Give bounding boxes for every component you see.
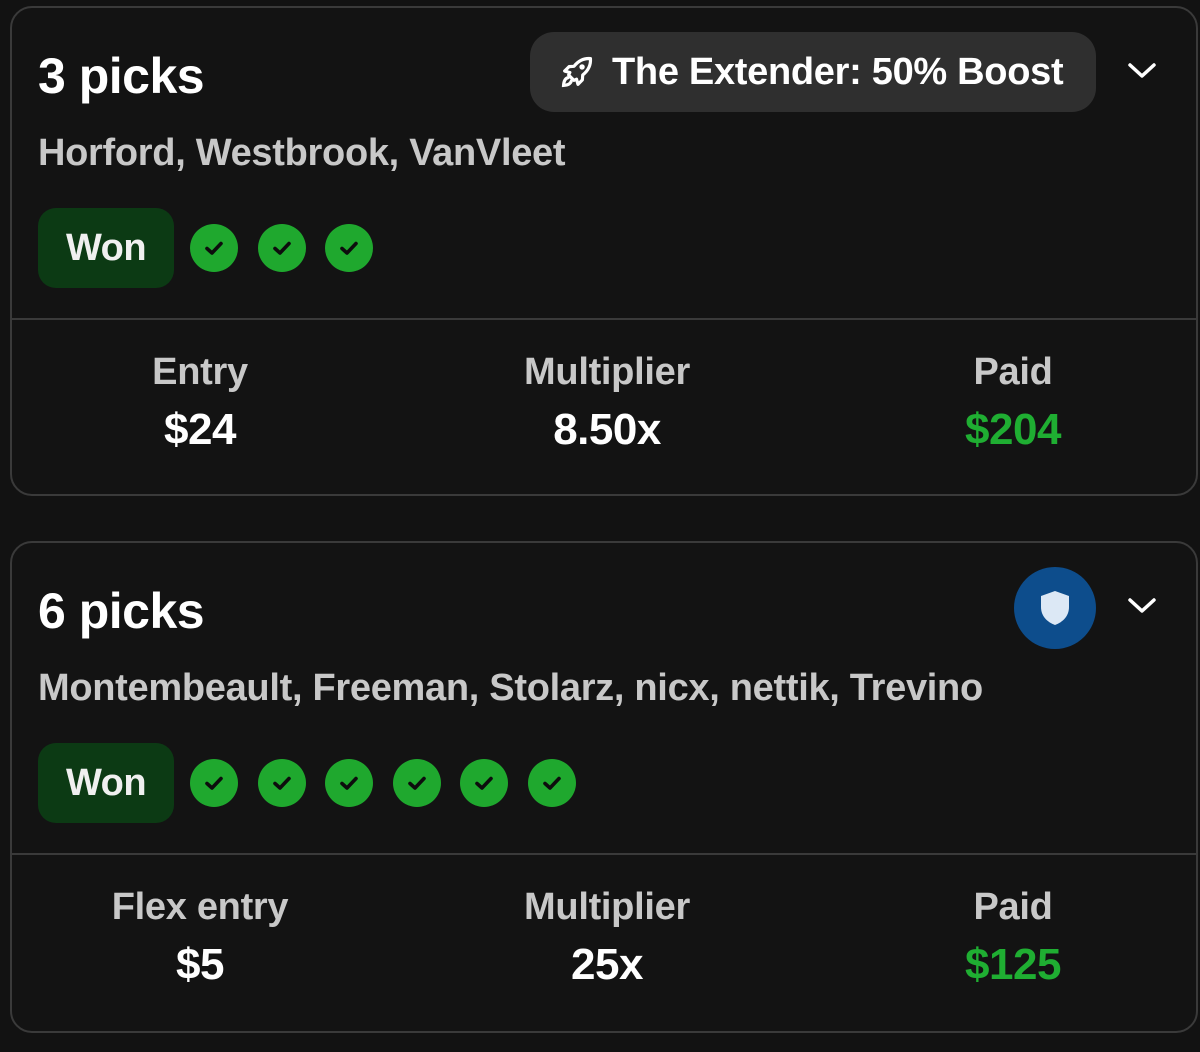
chevron-down-icon[interactable] — [1122, 50, 1162, 90]
stats-row: Entry $24 Multiplier 8.50x Paid $204 — [12, 348, 1196, 478]
card-title: 6 picks — [38, 583, 205, 639]
stat-paid: Paid $125 — [833, 883, 1193, 993]
check-icon — [257, 224, 306, 272]
check-icon — [257, 759, 306, 807]
stat-value: $5 — [176, 940, 224, 989]
stat-value: $204 — [965, 405, 1061, 454]
status-row: Won — [38, 208, 393, 288]
rocket-icon — [561, 56, 593, 88]
stat-multiplier: Multiplier 25x — [427, 883, 787, 993]
check-icon — [325, 759, 373, 807]
stat-value: 8.50x — [553, 405, 661, 454]
stat-entry: Entry $24 — [20, 348, 380, 458]
status-badge: Won — [38, 208, 174, 288]
entry-card[interactable]: 6 picks Montembeault, Freeman, Stolarz, … — [10, 541, 1198, 1033]
stat-label: Multiplier — [524, 886, 690, 928]
check-icon — [190, 759, 238, 807]
status-row: Won — [38, 743, 595, 823]
card-title: 3 picks — [38, 48, 205, 104]
players-list: Montembeault, Freeman, Stolarz, nicx, ne… — [38, 667, 983, 709]
stat-label: Paid — [973, 351, 1053, 393]
stat-label: Flex entry — [111, 886, 289, 928]
stats-row: Flex entry $5 Multiplier 25x Paid $125 — [12, 883, 1196, 1013]
stat-value: $125 — [965, 940, 1061, 989]
check-icon — [460, 759, 508, 807]
stat-label: Paid — [973, 886, 1053, 928]
card-header: 6 picks Montembeault, Freeman, Stolarz, … — [12, 543, 1196, 853]
stat-label: Entry — [152, 351, 248, 393]
shield-badge[interactable] — [1014, 567, 1096, 649]
check-icon — [527, 759, 576, 807]
entry-card[interactable]: 3 picks The Extender: 50% Boost Horford,… — [10, 6, 1198, 496]
check-icon — [392, 759, 441, 807]
boost-badge[interactable]: The Extender: 50% Boost — [530, 32, 1096, 112]
boost-label: The Extender: 50% Boost — [612, 50, 1064, 93]
stat-value: 25x — [571, 940, 643, 989]
chevron-down-icon[interactable] — [1122, 585, 1162, 625]
stat-flex-entry: Flex entry $5 — [20, 883, 380, 993]
stat-paid: Paid $204 — [833, 348, 1193, 458]
divider — [12, 318, 1196, 320]
check-icon — [190, 224, 238, 272]
stat-multiplier: Multiplier 8.50x — [427, 348, 787, 458]
players-list: Horford, Westbrook, VanVleet — [38, 132, 566, 174]
card-header: 3 picks The Extender: 50% Boost Horford,… — [12, 8, 1196, 318]
check-icon — [325, 224, 373, 272]
stat-value: $24 — [164, 405, 236, 454]
status-badge: Won — [38, 743, 174, 823]
divider — [12, 853, 1196, 855]
shield-icon — [1041, 591, 1069, 625]
stat-label: Multiplier — [524, 351, 690, 393]
